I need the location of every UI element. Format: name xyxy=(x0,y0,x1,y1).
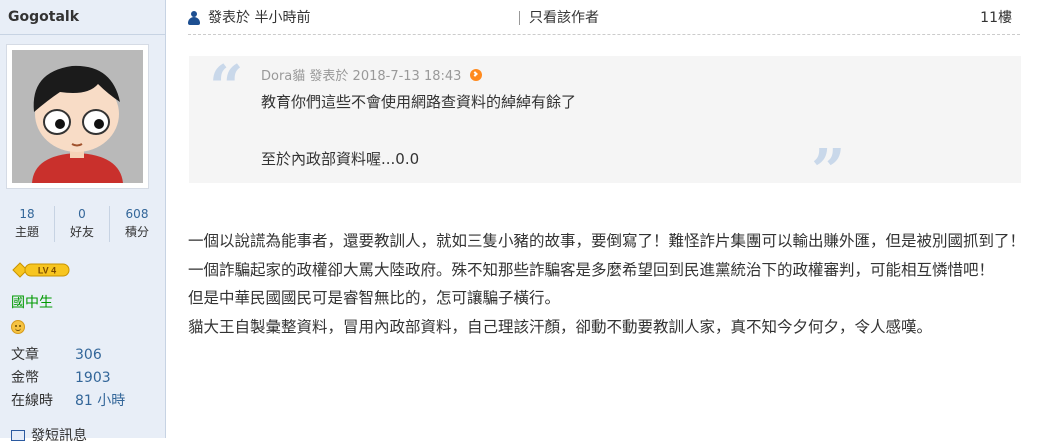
stat-label: 好友 xyxy=(69,225,94,239)
avatar[interactable] xyxy=(6,44,149,189)
post-paragraph: 貓大王自製彙整資料，冒用內政部資料，自己理該汗顏，卻動不動要教訓人家，真不知今夕… xyxy=(188,317,933,336)
info-row: 在線時 81 小時 xyxy=(11,390,125,413)
message-icon xyxy=(11,429,25,441)
quote-block: “ Dora貓 發表於 2018-7-13 18:43 教育你們這些不會使用網路… xyxy=(189,53,1021,202)
level-badge-text: LV 4 xyxy=(38,266,56,276)
post-time: 發表於 半小時前 xyxy=(208,10,311,26)
post-header: 發表於 半小時前 只看該作者 11樓 xyxy=(188,8,1020,30)
send-message-link[interactable]: 發短訊息 xyxy=(11,425,87,445)
stat-topics[interactable]: 18 主題 xyxy=(0,206,54,242)
quote-line: 教育你們這些不會使用網路查資料的綽綽有餘了 xyxy=(261,93,577,111)
quote-meta: Dora貓 發表於 2018-7-13 18:43 xyxy=(261,69,482,85)
stat-value: 18 xyxy=(19,207,35,221)
user-rank: 國中生 xyxy=(11,295,53,311)
info-key: 文章 xyxy=(11,347,39,363)
info-row: 文章 306 xyxy=(11,344,125,367)
divider xyxy=(0,34,165,35)
user-info: 文章 306 金幣 1903 在線時 81 小時 xyxy=(11,344,125,413)
info-row: 金幣 1903 xyxy=(11,367,125,390)
username[interactable]: Gogotalk xyxy=(8,9,79,25)
user-icon xyxy=(188,11,200,25)
avatar-image xyxy=(12,50,143,183)
stat-label: 主題 xyxy=(14,225,39,239)
user-sidebar: Gogotalk 18 主題 0 好友 608 積分 LV 4 國中生 文章 3… xyxy=(0,0,166,444)
info-value: 1903 xyxy=(75,370,111,386)
smile-icon xyxy=(11,320,25,334)
stat-value: 608 xyxy=(125,207,149,221)
info-key: 金幣 xyxy=(11,370,39,386)
info-value[interactable]: 306 xyxy=(75,344,102,367)
header-divider xyxy=(519,11,520,25)
stat-friends[interactable]: 0 好友 xyxy=(54,206,109,242)
level-badge: LV 4 xyxy=(11,262,71,282)
post-body: 一個以說謊為能事者，還要教訓人，就如三隻小豬的故事，要倒寫了！難怪詐片集團可以輸… xyxy=(188,227,1028,341)
quote-line: 至於內政部資料喔...0.0 xyxy=(261,150,420,168)
post-paragraph: 但是中華民國國民可是睿智無比的，怎可讓騙子橫行。 xyxy=(188,289,561,307)
quote-posted: 發表於 2018-7-13 18:43 xyxy=(309,69,462,84)
view-author-only-link[interactable]: 只看該作者 xyxy=(529,8,599,28)
floor-number[interactable]: 11樓 xyxy=(980,8,1012,28)
jump-to-post-icon[interactable] xyxy=(469,69,482,81)
send-message-label: 發短訊息 xyxy=(31,428,87,444)
info-value: 81 小時 xyxy=(75,393,126,409)
post-paragraph: 一個以說謊為能事者，還要教訓人，就如三隻小豬的故事，要倒寫了！難怪詐片集團可以輸… xyxy=(188,232,1026,279)
stat-label: 積分 xyxy=(124,225,149,239)
stat-points[interactable]: 608 積分 xyxy=(109,206,164,242)
quote-author: Dora貓 xyxy=(261,69,306,84)
info-key: 在線時 xyxy=(11,393,53,409)
header-rule xyxy=(188,34,1020,35)
stat-value: 0 xyxy=(78,207,86,221)
quote-open-icon: “ xyxy=(209,53,244,123)
user-stats: 18 主題 0 好友 608 積分 xyxy=(0,206,165,242)
quote-close-icon: ” xyxy=(811,137,846,207)
